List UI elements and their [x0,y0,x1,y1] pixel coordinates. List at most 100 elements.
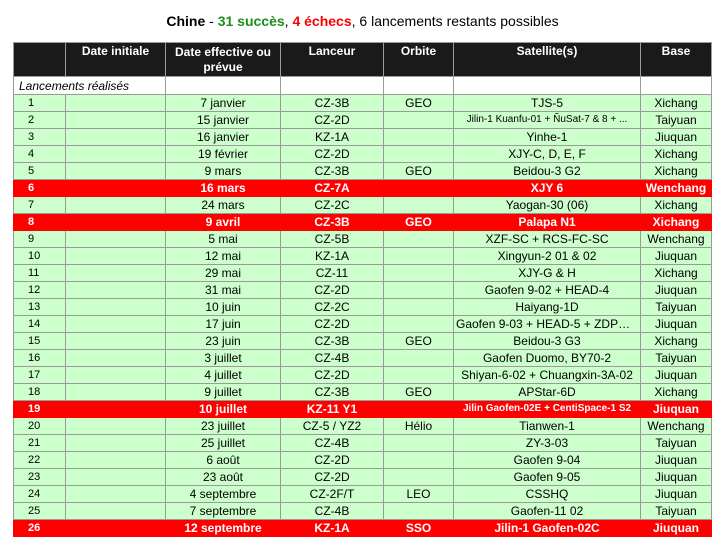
launch-number: 20 [13,417,66,435]
date-effective-cell: 3 juillet [165,349,281,367]
table-row: 22 6 août CZ-2D Gaofen 9-04 Jiuquan [13,451,712,469]
date-initial-cell [65,145,166,163]
table-row: 14 17 juin CZ-2D Gaofen 9-03 + HEAD-5 + ZDP… [13,315,712,333]
date-initial-cell [65,434,166,452]
remaining-launches: 6 lancements restants possibles [359,13,559,29]
orbit-cell [383,298,454,316]
base-cell: Jiuquan [640,247,712,265]
satellites-cell: XJY-C, D, E, F [453,145,641,163]
satellites-cell: Jilin Gaofen-02E + CentiSpace-1 S2 [453,400,641,418]
satellites-cell: Yaogan-30 (06) [453,196,641,214]
orbit-cell [383,502,454,520]
satellites-cell: XJY-G & H [453,264,641,282]
orbit-cell: GEO [383,332,454,350]
base-cell: Jiuquan [640,451,712,469]
launcher-cell: CZ-7A [280,179,384,197]
table-row: 3 16 janvier KZ-1A Yinhe-1 Jiuquan [13,128,712,146]
base-cell: Wenchang [640,179,712,197]
table-row: 19 10 juillet KZ-11 Y1 Jilin Gaofen-02E + C… [13,400,712,418]
orbit-cell [383,349,454,367]
launcher-cell: CZ-4B [280,434,384,452]
satellites-cell: Gaofen 9-04 [453,451,641,469]
launcher-cell: CZ-2D [280,451,384,469]
date-initial-cell [65,281,166,299]
launcher-cell: CZ-4B [280,349,384,367]
table-row: 24 4 septembre CZ-2F/T LEO CSSHQ Jiuquan [13,485,712,503]
date-effective-cell: 23 juin [165,332,281,350]
table-row: 21 25 juillet CZ-4B ZY-3-03 Taiyuan [13,434,712,452]
date-initial-cell [65,247,166,265]
date-effective-cell: 9 mars [165,162,281,180]
date-initial-cell [65,417,166,435]
header-date-effective: Date effective ou prévue [165,42,281,77]
base-cell: Jiuquan [640,400,712,418]
date-effective-cell: 16 mars [165,179,281,197]
launch-number: 3 [13,128,66,146]
date-effective-cell: 25 juillet [165,434,281,452]
base-cell: Jiuquan [640,315,712,333]
table-row: 1 7 janvier CZ-3B GEO TJS-5 Xichang [13,94,712,112]
launch-number: 14 [13,315,66,333]
launcher-cell: CZ-3B [280,94,384,112]
launcher-cell: CZ-2D [280,145,384,163]
satellites-cell: Haiyang-1D [453,298,641,316]
date-effective-cell: 9 juillet [165,383,281,401]
launch-number: 6 [13,179,66,197]
header-orbit: Orbite [383,42,454,77]
launch-table: Date initiale Date effective ou prévue L… [13,42,712,537]
date-effective-cell: 4 septembre [165,485,281,503]
base-cell: Taiyuan [640,298,712,316]
date-initial-cell [65,94,166,112]
base-cell: Taiyuan [640,502,712,520]
satellites-cell: TJS-5 [453,94,641,112]
table-row: 23 23 août CZ-2D Gaofen 9-05 Jiuquan [13,468,712,486]
launcher-cell: CZ-2D [280,315,384,333]
satellites-cell: Palapa N1 [453,213,641,231]
header-num [13,42,66,77]
date-effective-cell: 17 juin [165,315,281,333]
satellites-cell: Gaofen 9-05 [453,468,641,486]
satellites-cell: Beidou-3 G3 [453,332,641,350]
caption-separator: - [205,13,218,29]
date-initial-cell [65,230,166,248]
date-initial-cell [65,162,166,180]
header-base: Base [640,42,712,77]
satellites-cell: CSSHQ [453,485,641,503]
orbit-cell [383,264,454,282]
launcher-cell: CZ-2C [280,298,384,316]
launch-number: 9 [13,230,66,248]
satellites-cell: Beidou-3 G2 [453,162,641,180]
base-cell: Xichang [640,94,712,112]
country-name: Chine [166,13,206,29]
header-satellites: Satellite(s) [453,42,641,77]
orbit-cell [383,247,454,265]
orbit-cell: GEO [383,383,454,401]
date-initial-cell [65,213,166,231]
base-cell: Wenchang [640,230,712,248]
launcher-cell: CZ-4B [280,502,384,520]
table-row: 12 31 mai CZ-2D Gaofen 9-02 + HEAD-4 Jiuquan [13,281,712,299]
base-cell: Xichang [640,264,712,282]
launcher-cell: CZ-2F/T [280,485,384,503]
orbit-cell [383,400,454,418]
table-row: 18 9 juillet CZ-3B GEO APStar-6D Xichang [13,383,712,401]
date-effective-cell: 10 juin [165,298,281,316]
orbit-cell [383,366,454,384]
section-cell [453,76,641,95]
launch-number: 10 [13,247,66,265]
date-effective-cell: 15 janvier [165,111,281,129]
orbit-cell [383,451,454,469]
table-row: 2 15 janvier CZ-2D Jilin-1 Kuanfu-01 + ÑuSa… [13,111,712,129]
satellites-cell: XZF-SC + RCS-FC-SC [453,230,641,248]
date-initial-cell [65,111,166,129]
base-cell: Xichang [640,196,712,214]
table-row: 11 29 mai CZ-11 XJY-G & H Xichang [13,264,712,282]
base-cell: Xichang [640,145,712,163]
date-effective-cell: 5 mai [165,230,281,248]
launcher-cell: CZ-2D [280,281,384,299]
base-cell: Taiyuan [640,111,712,129]
date-initial-cell [65,264,166,282]
section-label: Lancements réalisés [13,76,166,95]
launch-number: 12 [13,281,66,299]
launcher-cell: KZ-11 Y1 [280,400,384,418]
